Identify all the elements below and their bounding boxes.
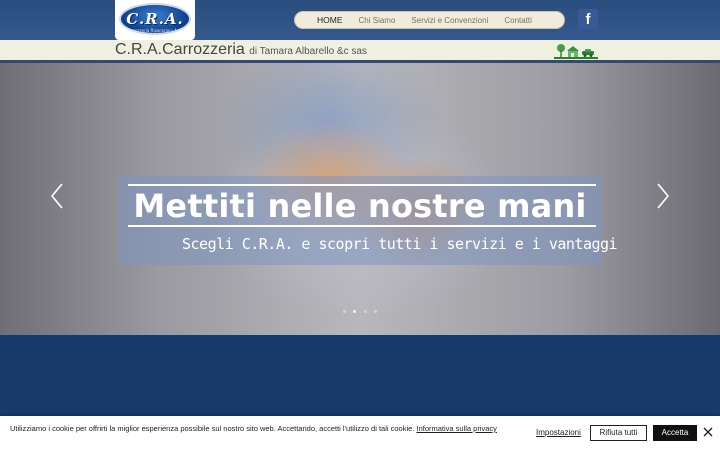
slide-indicators bbox=[343, 307, 377, 315]
slide-dot-3[interactable] bbox=[363, 309, 367, 313]
logo-subtext: Carrozzeria Riparazioni Auto bbox=[126, 28, 184, 33]
logo-emblem: C.R.A. Carrozzeria Riparazioni Auto bbox=[119, 3, 191, 35]
nav-item-home[interactable]: HOME bbox=[317, 15, 343, 25]
nav-item-chi-siamo[interactable]: Chi Siamo bbox=[359, 16, 396, 25]
chevron-right-icon[interactable] bbox=[656, 183, 670, 209]
hero-headline: Mettiti nelle nostre mani bbox=[133, 187, 587, 225]
brand-name: C.R.A.Carrozzeria bbox=[115, 41, 245, 58]
eco-garage-icon bbox=[554, 44, 598, 59]
cookie-settings-button[interactable]: Impostazioni bbox=[536, 428, 581, 437]
brand-title: C.R.A.Carrozzeria di Tamara Albarello &c… bbox=[115, 40, 367, 60]
facebook-icon[interactable]: f bbox=[578, 9, 598, 29]
title-band: C.R.A.Carrozzeria di Tamara Albarello &c… bbox=[0, 40, 720, 63]
caption-top-rule bbox=[128, 184, 596, 186]
slide-dot-1[interactable] bbox=[343, 309, 346, 313]
cookie-banner: Utilizziamo i cookie per offrirti la mig… bbox=[0, 416, 720, 450]
caption-bottom-rule bbox=[128, 225, 596, 227]
brand-subtitle: di Tamara Albarello &c sas bbox=[249, 46, 367, 57]
nav-item-servizi[interactable]: Servizi e Convenzioni bbox=[411, 16, 488, 25]
main-nav: HOME Chi Siamo Servizi e Convenzioni Con… bbox=[294, 11, 565, 29]
reject-all-button[interactable]: Rifiuta tutti bbox=[590, 425, 647, 441]
slide-dot-2[interactable] bbox=[353, 309, 357, 313]
hero-slider: Mettiti nelle nostre mani Scegli C.R.A. … bbox=[0, 63, 720, 335]
accept-button[interactable]: Accetta bbox=[653, 425, 697, 441]
privacy-link[interactable]: Informativa sulla privacy bbox=[416, 424, 496, 433]
chevron-left-icon[interactable] bbox=[50, 183, 64, 209]
cookie-message: Utilizziamo i cookie per offrirti la mig… bbox=[10, 424, 525, 434]
slide-dot-4[interactable] bbox=[373, 309, 377, 313]
cookie-text: Utilizziamo i cookie per offrirti la mig… bbox=[10, 424, 417, 433]
site-header: C.R.A. Carrozzeria Riparazioni Auto HOME… bbox=[0, 0, 720, 40]
site-logo[interactable]: C.R.A. Carrozzeria Riparazioni Auto bbox=[115, 0, 195, 40]
hero-subline: Scegli C.R.A. e scopri tutti i servizi e… bbox=[182, 235, 618, 253]
close-icon[interactable] bbox=[702, 426, 714, 438]
nav-item-contatti[interactable]: Contatti bbox=[504, 16, 532, 25]
logo-text: C.R.A. bbox=[126, 10, 184, 28]
